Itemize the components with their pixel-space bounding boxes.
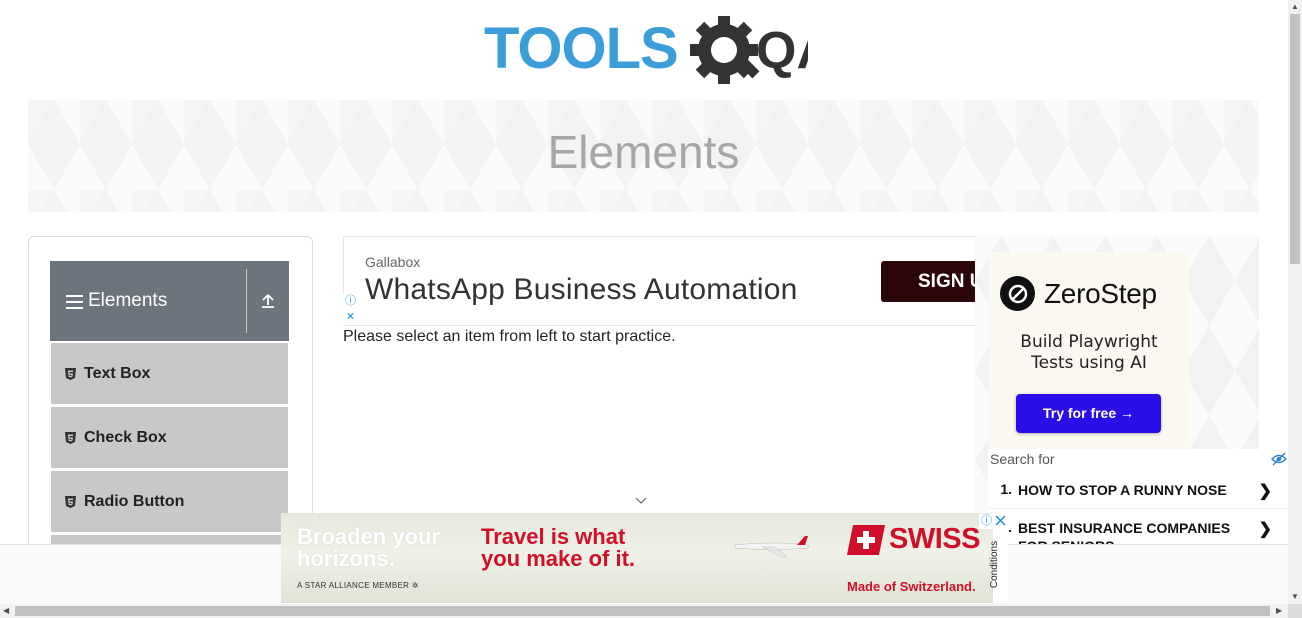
html5-icon bbox=[65, 495, 76, 508]
elements-group-header[interactable]: Elements bbox=[50, 261, 289, 341]
alliance-text: A STAR ALLIANCE MEMBER ✲ bbox=[297, 581, 419, 590]
scrollbar-corner bbox=[1288, 604, 1302, 618]
scroll-down-icon[interactable]: ▼ bbox=[1291, 593, 1299, 601]
vertical-scrollbar[interactable]: ▲ ▼ bbox=[1288, 0, 1302, 604]
ad-sponsor: Gallabox bbox=[365, 254, 421, 270]
row-text: HOW TO STOP A RUNNY NOSE bbox=[1018, 482, 1227, 498]
html5-icon bbox=[65, 367, 76, 380]
ad-headline-line-1: Broaden your bbox=[297, 524, 441, 549]
eye-off-icon[interactable] bbox=[1271, 452, 1287, 466]
horizontal-scroll-thumb[interactable] bbox=[15, 606, 1270, 616]
swiss-ad-controls: ⓘ Conditions bbox=[979, 513, 1008, 603]
group-title: Elements bbox=[88, 290, 168, 311]
airplane-icon bbox=[734, 536, 810, 558]
swiss-tagline: Made of Switzerland. bbox=[847, 579, 976, 594]
zerostep-tagline: Build Playwright Tests using AI bbox=[989, 332, 1189, 374]
ad-signup-button[interactable]: SIGN UP bbox=[881, 261, 975, 302]
page-banner: Elements bbox=[28, 100, 1259, 212]
zerostep-ad[interactable]: ZeroStep Build Playwright Tests using AI… bbox=[989, 252, 1189, 450]
horizontal-scrollbar[interactable]: ◀ ▶ bbox=[0, 604, 1288, 618]
group-title-wrap[interactable]: Elements bbox=[50, 261, 246, 341]
alliance-label: A STAR ALLIANCE MEMBER bbox=[297, 581, 410, 590]
adchoices-icon[interactable]: ⓘ bbox=[343, 294, 358, 309]
vertical-scroll-thumb[interactable] bbox=[1290, 14, 1300, 264]
sidebar-item-check-box[interactable]: Check Box bbox=[51, 407, 288, 468]
upload-icon[interactable] bbox=[247, 261, 289, 341]
ad-slogan-line-1: Travel is what bbox=[481, 524, 626, 549]
ad-slogan: Travel is what you make of it. bbox=[481, 526, 635, 570]
page-title: Elements bbox=[547, 126, 740, 178]
tagline-line-1: Build Playwright bbox=[1020, 332, 1158, 352]
tagline-line-2: Tests using AI bbox=[1031, 353, 1147, 373]
search-suggestion-row[interactable]: 2. BEST INSURANCE COMPANIES FOR SENIORS … bbox=[988, 509, 1288, 554]
scroll-right-icon[interactable]: ▶ bbox=[1276, 607, 1282, 615]
swiss-brand-name: SWISS bbox=[889, 523, 980, 555]
logo-qa-text: QA bbox=[756, 22, 808, 80]
sidebar-item-text-box[interactable]: Text Box bbox=[51, 343, 288, 404]
ad-headline[interactable]: WhatsApp Business Automation bbox=[365, 273, 798, 307]
ad-headline-line-2: horizons. bbox=[297, 546, 395, 571]
chevron-right-icon: ❯ bbox=[1258, 521, 1272, 538]
search-suggestions: Search for 1. HOW TO STOP A RUNNY NOSE ❯… bbox=[988, 449, 1288, 554]
ad-headline: Broaden your horizons. bbox=[297, 526, 440, 570]
swiss-cross-icon bbox=[847, 524, 885, 555]
swiss-brand: SWISS bbox=[847, 523, 980, 556]
instruction-text: Please select an item from left to start… bbox=[343, 328, 676, 345]
ad-slogan-line-2: you make of it. bbox=[481, 546, 636, 571]
zerostep-mark-icon bbox=[1000, 276, 1035, 311]
html5-icon bbox=[65, 431, 76, 444]
sidebar-item-label: Radio Button bbox=[84, 492, 185, 510]
scroll-left-icon[interactable]: ◀ bbox=[3, 607, 9, 615]
conditions-link[interactable]: Conditions bbox=[989, 541, 1000, 588]
zerostep-logo: ZeroStep bbox=[1000, 276, 1157, 311]
close-icon[interactable]: ✕ bbox=[343, 310, 358, 325]
sidebar-item-label: Check Box bbox=[84, 428, 167, 446]
swiss-ad[interactable]: Broaden your horizons. Travel is what yo… bbox=[281, 513, 993, 603]
star-alliance-icon: ✲ bbox=[411, 581, 419, 590]
bars-icon bbox=[66, 295, 83, 309]
page: TOOLS QA Elements bbox=[0, 0, 1302, 618]
toolsqa-logo[interactable]: TOOLS QA bbox=[484, 14, 808, 90]
search-label: Search for bbox=[990, 451, 1055, 467]
search-suggestion-row[interactable]: 1. HOW TO STOP A RUNNY NOSE ❯ bbox=[988, 471, 1288, 509]
chevron-down-icon[interactable] bbox=[635, 497, 647, 505]
close-icon[interactable] bbox=[994, 514, 1007, 527]
logo-tools-text: TOOLS bbox=[484, 16, 678, 81]
zerostep-brand: ZeroStep bbox=[1044, 277, 1157, 309]
chevron-right-icon: ❯ bbox=[1258, 483, 1272, 500]
row-number: 1. bbox=[1000, 481, 1012, 497]
sidebar-item-label: Text Box bbox=[84, 364, 151, 382]
sidebar-item-radio-button[interactable]: Radio Button bbox=[51, 471, 288, 532]
try-for-free-button[interactable]: Try for free → bbox=[1016, 394, 1161, 433]
scroll-up-icon[interactable]: ▲ bbox=[1291, 3, 1299, 11]
adchoices-icon[interactable]: ⓘ bbox=[979, 514, 994, 529]
center-ad[interactable]: Gallabox WhatsApp Business Automation SI… bbox=[343, 236, 975, 326]
